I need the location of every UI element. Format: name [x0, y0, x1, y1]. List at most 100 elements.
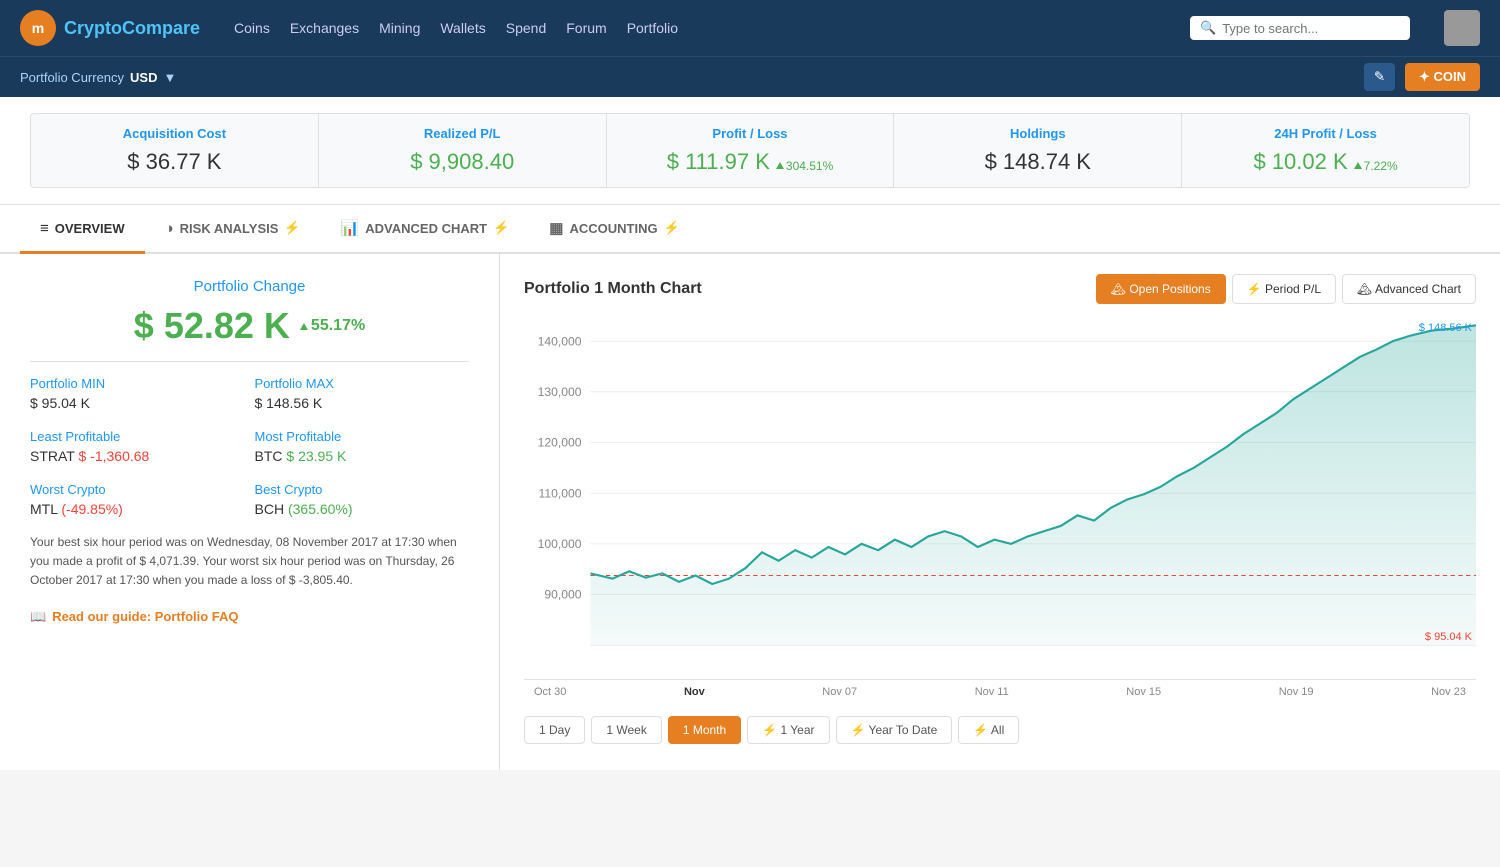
summary-card-4: 24H Profit / Loss $ 10.02 K7.22%	[1182, 113, 1470, 188]
add-coin-button[interactable]: ✦ COIN	[1405, 63, 1480, 91]
svg-text:140,000: 140,000	[538, 335, 582, 349]
summary-card-1: Realized P/L $ 9,908.40	[319, 113, 607, 188]
chart-svg: 140,000 130,000 120,000 110,000 100,000 …	[524, 320, 1476, 679]
avatar	[1444, 10, 1480, 46]
summary-badge-2: 304.51%	[776, 159, 833, 173]
svg-text:110,000: 110,000	[539, 487, 582, 501]
nav-links: Coins Exchanges Mining Wallets Spend Forum Por…	[234, 16, 678, 40]
logo-text: CryptoCompare	[64, 18, 200, 39]
nav-link-portfolio[interactable]: Portfolio	[627, 16, 678, 40]
stat-worst-crypto: Worst Crypto MTL (-49.85%)	[30, 482, 245, 517]
chart-title: Portfolio 1 Month Chart	[524, 280, 702, 298]
book-icon: 📖	[30, 609, 46, 625]
nav-link-mining[interactable]: Mining	[379, 16, 420, 40]
time-btn-0[interactable]: 1 Day	[524, 716, 585, 744]
stat-best-crypto: Best Crypto BCH (365.60%)	[255, 482, 470, 517]
portfolio-change-pct: 55.17%	[300, 317, 365, 335]
tab-icon-risk: ◑	[165, 220, 174, 237]
x-label-nov07: Nov 07	[822, 686, 857, 698]
chart-min-label: $ 95.04 K	[1425, 631, 1472, 643]
summary-label-2: Profit / Loss	[627, 126, 874, 141]
divider	[30, 361, 469, 362]
tab-icon-advanced-chart: 📊	[341, 219, 360, 237]
x-axis: Oct 30 Nov Nov 07 Nov 11 Nov 15 Nov 19 N…	[524, 686, 1476, 698]
tab-lightning-accounting: ⚡	[664, 220, 680, 236]
tab-label-overview: OVERVIEW	[55, 221, 125, 236]
summary-badge-4: 7.22%	[1354, 159, 1398, 173]
up-arrow-icon	[1354, 162, 1362, 169]
right-panel: Portfolio 1 Month Chart 🏔 Open Positions…	[500, 254, 1500, 770]
main-content: Portfolio Change $ 52.82 K 55.17% Portfo…	[0, 254, 1500, 770]
x-label-nov: Nov	[684, 686, 705, 698]
time-btn-4[interactable]: ⚡ Year To Date	[836, 716, 953, 744]
stat-portfolio-max: Portfolio MAX $ 148.56 K	[255, 376, 470, 411]
x-label-oct30: Oct 30	[534, 686, 566, 698]
tab-risk[interactable]: ◑ RISK ANALYSIS ⚡	[145, 205, 321, 254]
tab-lightning-risk: ⚡	[284, 220, 300, 236]
svg-text:90,000: 90,000	[544, 588, 582, 602]
chart-max-label: $ 148.56 K	[1419, 322, 1472, 334]
stat-least-profitable: Least Profitable STRAT $ -1,360.68	[30, 429, 245, 464]
search-input[interactable]	[1222, 21, 1400, 36]
nav-link-forum[interactable]: Forum	[566, 16, 606, 40]
guide-link[interactable]: 📖 Read our guide: Portfolio FAQ	[30, 609, 469, 625]
x-label-nov11: Nov 11	[975, 686, 1009, 698]
portfolio-change-title: Portfolio Change	[30, 278, 469, 295]
portfolio-currency-label: Portfolio Currency	[20, 70, 124, 85]
x-label-nov23: Nov 23	[1431, 686, 1466, 698]
up-arrow-icon	[776, 162, 784, 169]
chart-wrapper: $ 148.56 K $ 95.04 K 140,000 130,000 120…	[524, 320, 1476, 680]
summary-label-1: Realized P/L	[339, 126, 586, 141]
chart-btn-advanced-chart[interactable]: 🏔 Advanced Chart	[1342, 274, 1476, 304]
search-bar[interactable]: 🔍	[1190, 16, 1410, 40]
summary-label-4: 24H Profit / Loss	[1202, 126, 1449, 141]
stat-portfolio-min: Portfolio MIN $ 95.04 K	[30, 376, 245, 411]
summary-card-3: Holdings $ 148.74 K	[894, 113, 1182, 188]
info-text: Your best six hour period was on Wednesd…	[30, 533, 469, 591]
logo-compare: Compare	[122, 18, 200, 38]
svg-text:130,000: 130,000	[538, 385, 582, 399]
up-arrow-icon	[300, 323, 308, 330]
search-icon: 🔍	[1200, 20, 1216, 36]
time-buttons: 1 Day1 Week1 Month⚡ 1 Year⚡ Year To Date…	[524, 710, 1476, 750]
logo[interactable]: m CryptoCompare	[20, 10, 200, 46]
x-label-nov15: Nov 15	[1126, 686, 1161, 698]
portfolio-change-value: $ 52.82 K 55.17%	[30, 305, 469, 347]
tab-label-risk: RISK ANALYSIS	[180, 221, 279, 236]
tab-overview[interactable]: ≡OVERVIEW	[20, 205, 145, 254]
subnav: Portfolio Currency USD ▼ ✎ ✦ COIN	[0, 56, 1500, 97]
summary-label-0: Acquisition Cost	[51, 126, 298, 141]
stat-most-profitable: Most Profitable BTC $ 23.95 K	[255, 429, 470, 464]
tab-label-accounting: ACCOUNTING	[569, 221, 657, 236]
edit-button[interactable]: ✎	[1364, 63, 1395, 91]
chart-header: Portfolio 1 Month Chart 🏔 Open Positions…	[524, 274, 1476, 304]
stats-grid: Portfolio MIN $ 95.04 K Portfolio MAX $ …	[30, 376, 469, 517]
time-btn-1[interactable]: 1 Week	[591, 716, 661, 744]
tab-lightning-advanced-chart: ⚡	[493, 220, 509, 236]
nav-link-coins[interactable]: Coins	[234, 16, 270, 40]
chart-btn-period-pl[interactable]: ⚡ Period P/L	[1232, 274, 1336, 304]
tab-accounting[interactable]: ▦ACCOUNTING⚡	[529, 205, 699, 254]
summary-value-2: $ 111.97 K304.51%	[627, 149, 874, 175]
svg-text:100,000: 100,000	[538, 537, 582, 551]
summary-card-2: Profit / Loss $ 111.97 K304.51%	[607, 113, 895, 188]
x-label-nov19: Nov 19	[1279, 686, 1314, 698]
svg-text:120,000: 120,000	[538, 436, 582, 450]
summary-value-1: $ 9,908.40	[339, 149, 586, 175]
summary-value-4: $ 10.02 K7.22%	[1202, 149, 1449, 175]
chart-btn-open-positions[interactable]: 🏔 Open Positions	[1096, 274, 1226, 304]
subnav-right: ✎ ✦ COIN	[1364, 63, 1480, 91]
currency-dropdown-icon[interactable]: ▼	[164, 70, 177, 85]
summary-label-3: Holdings	[914, 126, 1161, 141]
time-btn-5[interactable]: ⚡ All	[958, 716, 1019, 744]
logo-icon: m	[20, 10, 56, 46]
time-btn-2[interactable]: 1 Month	[668, 716, 741, 744]
time-btn-3[interactable]: ⚡ 1 Year	[747, 716, 829, 744]
nav-link-exchanges[interactable]: Exchanges	[290, 16, 359, 40]
summary-value-3: $ 148.74 K	[914, 149, 1161, 175]
tab-advanced-chart[interactable]: 📊ADVANCED CHART⚡	[321, 205, 530, 254]
summary-bar: Acquisition Cost $ 36.77 K Realized P/L $ 9…	[0, 97, 1500, 205]
nav-link-wallets[interactable]: Wallets	[440, 16, 485, 40]
nav-link-spend[interactable]: Spend	[506, 16, 546, 40]
summary-value-0: $ 36.77 K	[51, 149, 298, 175]
